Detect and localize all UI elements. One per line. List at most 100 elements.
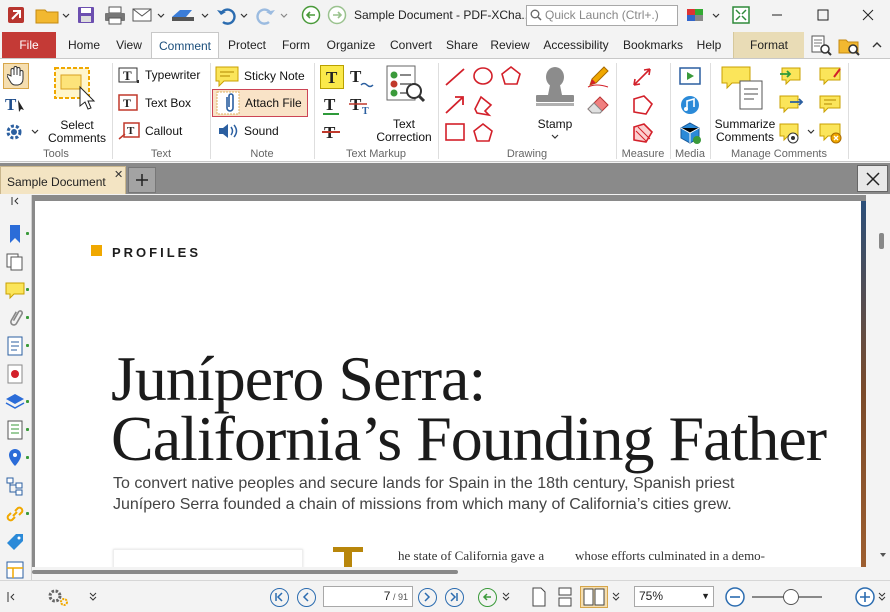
- tab-help[interactable]: Help: [692, 32, 726, 58]
- first-page-button[interactable]: [268, 586, 290, 608]
- facing-view-icon[interactable]: [580, 586, 608, 608]
- options-icon[interactable]: [684, 4, 722, 26]
- select-text-icon[interactable]: T: [3, 92, 29, 116]
- highlight-text-icon[interactable]: T: [320, 65, 344, 89]
- undo-icon[interactable]: [214, 4, 250, 26]
- summarize-comments-button[interactable]: Summarize Comments: [712, 118, 778, 144]
- print-icon[interactable]: [102, 4, 128, 26]
- audio-icon[interactable]: [678, 93, 704, 117]
- find-icon[interactable]: [808, 34, 834, 56]
- show-comments-icon[interactable]: [778, 121, 818, 145]
- oval-icon[interactable]: [471, 65, 497, 89]
- underline-text-icon[interactable]: T: [320, 93, 346, 117]
- tab-home[interactable]: Home: [62, 32, 106, 58]
- vertical-scrollbar[interactable]: [876, 195, 890, 567]
- stamp-icon[interactable]: [530, 65, 580, 111]
- zoom-out-button[interactable]: [722, 586, 748, 608]
- search-folder-icon[interactable]: [836, 34, 862, 56]
- previous-view-button[interactable]: [476, 586, 498, 608]
- bookmarks-icon[interactable]: [4, 223, 26, 245]
- flatten-comments-icon[interactable]: [818, 121, 844, 145]
- arrow-icon[interactable]: [443, 93, 469, 117]
- articles-icon[interactable]: [4, 419, 26, 441]
- collapse-panel-icon[interactable]: [4, 195, 26, 207]
- forward-nav-icon[interactable]: [326, 4, 348, 26]
- zoom-level-select[interactable]: 75% ▼: [634, 586, 714, 607]
- tab-view[interactable]: View: [112, 32, 146, 58]
- new-tab-button[interactable]: [128, 167, 156, 193]
- typewriter-markup-icon[interactable]: T: [348, 65, 374, 89]
- destinations-icon[interactable]: [4, 447, 26, 469]
- video-icon[interactable]: [678, 65, 704, 89]
- text-correction-icon[interactable]: [384, 63, 426, 105]
- eraser-icon[interactable]: [586, 93, 612, 117]
- maximize-button[interactable]: [800, 0, 846, 30]
- strikeout-replace-icon[interactable]: TT: [348, 93, 374, 117]
- back-nav-icon[interactable]: [300, 4, 322, 26]
- hscroll-thumb[interactable]: [32, 570, 458, 574]
- typewriter-button[interactable]: T Typewriter: [117, 65, 200, 85]
- export-comments-icon[interactable]: [778, 93, 804, 117]
- comments-panel-icon[interactable]: [4, 279, 26, 301]
- save-icon[interactable]: [74, 4, 98, 26]
- tab-comment[interactable]: Comment: [151, 32, 219, 59]
- summarize-comments-icon[interactable]: [720, 63, 772, 113]
- horizontal-scrollbar[interactable]: [32, 567, 876, 577]
- tab-bookmarks[interactable]: Bookmarks: [619, 32, 687, 58]
- callout-button[interactable]: T Callout: [117, 121, 182, 141]
- continuous-view-icon[interactable]: [554, 586, 576, 608]
- close-tab-icon[interactable]: ✕: [114, 168, 123, 181]
- email-icon[interactable]: [130, 4, 166, 26]
- import-comments-icon[interactable]: [778, 65, 804, 89]
- scroll-down-icon[interactable]: [879, 551, 887, 559]
- view-history-icon[interactable]: [500, 586, 512, 608]
- zoom-in-button[interactable]: [852, 586, 878, 608]
- page-number-field[interactable]: 7 / 91: [323, 586, 413, 607]
- single-page-view-icon[interactable]: [528, 586, 550, 608]
- text-box-button[interactable]: T Text Box: [117, 93, 191, 113]
- sticky-note-button[interactable]: Sticky Note: [214, 65, 305, 87]
- line-icon[interactable]: [443, 65, 469, 89]
- scroll-thumb[interactable]: [879, 233, 884, 249]
- scan-icon[interactable]: [168, 4, 210, 26]
- signatures-icon[interactable]: [4, 363, 26, 385]
- attachments-icon[interactable]: [4, 307, 26, 329]
- next-page-button[interactable]: [416, 586, 438, 608]
- settings-icon[interactable]: [3, 120, 41, 144]
- collapse-statusbar-icon[interactable]: [4, 586, 18, 608]
- close-window-button[interactable]: [846, 0, 890, 30]
- cloud-icon[interactable]: [471, 93, 497, 117]
- attach-file-button[interactable]: Attach File: [212, 89, 308, 117]
- text-correction-button[interactable]: Text Correction: [370, 118, 438, 144]
- tab-review[interactable]: Review: [487, 32, 533, 58]
- previous-page-button[interactable]: [295, 586, 317, 608]
- pentagon-icon[interactable]: [471, 121, 497, 145]
- content-icon[interactable]: [4, 335, 26, 357]
- layout-panel-icon[interactable]: [4, 559, 26, 581]
- close-document-button[interactable]: [857, 165, 888, 192]
- document-tab[interactable]: Sample Document ✕: [0, 166, 126, 194]
- comments-list-icon[interactable]: [818, 93, 844, 117]
- tab-form[interactable]: Form: [277, 32, 315, 58]
- rectangle-icon[interactable]: [443, 121, 469, 145]
- sound-button[interactable]: Sound: [216, 121, 279, 141]
- tab-file[interactable]: File: [2, 32, 56, 58]
- pencil-icon[interactable]: [586, 65, 612, 89]
- select-comments-icon[interactable]: [50, 65, 104, 117]
- hand-tool-icon[interactable]: [3, 63, 29, 89]
- document-viewport[interactable]: PROFILES Junípero Serra: California’s Fo…: [32, 195, 866, 567]
- tab-share[interactable]: Share: [443, 32, 481, 58]
- zoom-options-icon[interactable]: [876, 586, 888, 608]
- status-settings-icon[interactable]: [44, 586, 74, 608]
- select-comments-button[interactable]: Select Comments: [44, 119, 110, 145]
- open-folder-icon[interactable]: [32, 4, 72, 26]
- tab-convert[interactable]: Convert: [386, 32, 436, 58]
- tags-icon[interactable]: [4, 531, 26, 553]
- polygon-icon[interactable]: [499, 65, 525, 89]
- strikeout-text-icon[interactable]: T: [320, 121, 346, 145]
- distance-icon[interactable]: [630, 65, 656, 89]
- structure-icon[interactable]: [4, 475, 26, 497]
- quick-launch-input[interactable]: Quick Launch (Ctrl+.): [526, 5, 678, 26]
- links-icon[interactable]: [4, 503, 26, 525]
- layers-icon[interactable]: [4, 391, 26, 413]
